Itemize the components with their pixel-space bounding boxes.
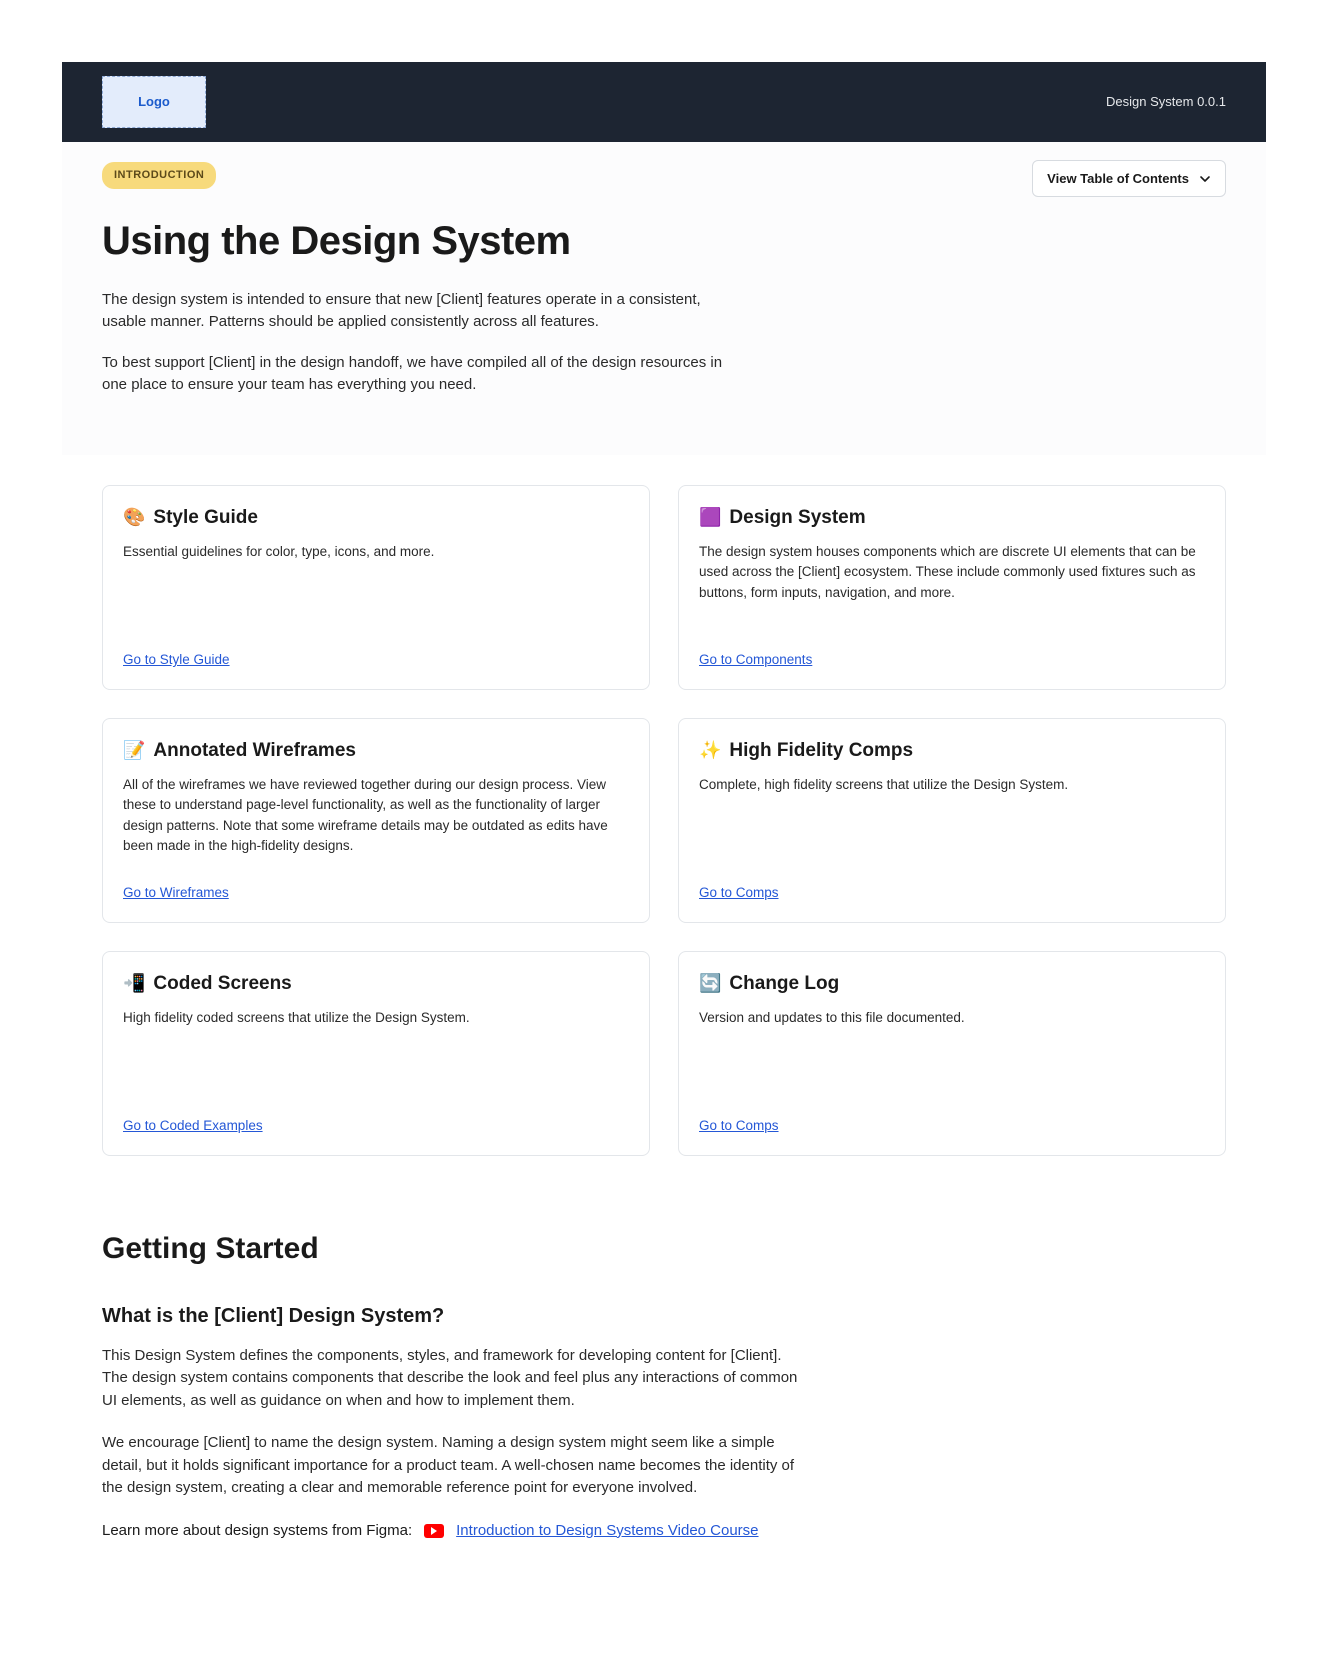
youtube-icon	[424, 1524, 444, 1538]
cards-grid: 🎨 Style Guide Essential guidelines for c…	[62, 455, 1266, 1166]
intro-paragraph-1: The design system is intended to ensure …	[102, 289, 742, 334]
page-title: Using the Design System	[102, 211, 1226, 271]
version-label: Design System 0.0.1	[1106, 92, 1226, 112]
section-subheading: What is the [Client] Design System?	[102, 1301, 1226, 1331]
card-title-text: Style Guide	[153, 504, 258, 533]
card-link-style-guide[interactable]: Go to Style Guide	[123, 650, 629, 670]
card-comps: ✨ High Fidelity Comps Complete, high fid…	[678, 718, 1226, 923]
intro-badge: INTRODUCTION	[102, 162, 216, 189]
card-link-coded[interactable]: Go to Coded Examples	[123, 1116, 629, 1136]
card-wireframes: 📝 Annotated Wireframes All of the wirefr…	[102, 718, 650, 923]
card-title-text: Annotated Wireframes	[153, 737, 356, 766]
getting-started-section: Getting Started What is the [Client] Des…	[62, 1166, 1266, 1563]
card-link-changelog[interactable]: Go to Comps	[699, 1116, 1205, 1136]
card-desc: All of the wireframes we have reviewed t…	[123, 775, 629, 856]
card-desc: Essential guidelines for color, type, ic…	[123, 542, 629, 562]
card-coded-screens: 📲 Coded Screens High fidelity coded scre…	[102, 951, 650, 1156]
card-title-text: Coded Screens	[153, 970, 291, 999]
memo-icon: 📝	[123, 737, 145, 764]
sparkles-icon: ✨	[699, 737, 721, 764]
card-title-text: Design System	[729, 504, 865, 533]
card-desc: Complete, high fidelity screens that uti…	[699, 775, 1205, 795]
card-desc: High fidelity coded screens that utilize…	[123, 1008, 629, 1028]
card-link-comps[interactable]: Go to Comps	[699, 883, 1205, 903]
logo-placeholder: Logo	[102, 76, 206, 128]
card-desc: Version and updates to this file documen…	[699, 1008, 1205, 1028]
card-style-guide: 🎨 Style Guide Essential guidelines for c…	[102, 485, 650, 690]
card-change-log: 🔄 Change Log Version and updates to this…	[678, 951, 1226, 1156]
card-desc: The design system houses components whic…	[699, 542, 1205, 603]
learn-more-label: Learn more about design systems from Fig…	[102, 1520, 412, 1543]
intro-section: INTRODUCTION View Table of Contents Usin…	[62, 142, 1266, 455]
card-link-components[interactable]: Go to Components	[699, 650, 1205, 670]
logo-label: Logo	[138, 92, 170, 112]
card-link-wireframes[interactable]: Go to Wireframes	[123, 883, 629, 903]
gs-paragraph-1: This Design System defines the component…	[102, 1345, 802, 1413]
toc-button[interactable]: View Table of Contents	[1032, 160, 1226, 197]
mobile-icon: 📲	[123, 970, 145, 997]
gs-paragraph-2: We encourage [Client] to name the design…	[102, 1432, 802, 1500]
chevron-down-icon	[1199, 173, 1211, 185]
toc-button-label: View Table of Contents	[1047, 171, 1189, 186]
card-design-system: 🟪 Design System The design system houses…	[678, 485, 1226, 690]
square-icon: 🟪	[699, 504, 721, 531]
learn-more-link[interactable]: Introduction to Design Systems Video Cou…	[456, 1520, 758, 1543]
section-heading: Getting Started	[102, 1226, 1226, 1271]
top-bar: Logo Design System 0.0.1	[62, 62, 1266, 142]
card-title-text: Change Log	[729, 970, 839, 999]
card-title-text: High Fidelity Comps	[729, 737, 913, 766]
intro-paragraph-2: To best support [Client] in the design h…	[102, 352, 742, 397]
cycle-icon: 🔄	[699, 970, 721, 997]
learn-more-row: Learn more about design systems from Fig…	[102, 1520, 1226, 1543]
palette-icon: 🎨	[123, 504, 145, 531]
